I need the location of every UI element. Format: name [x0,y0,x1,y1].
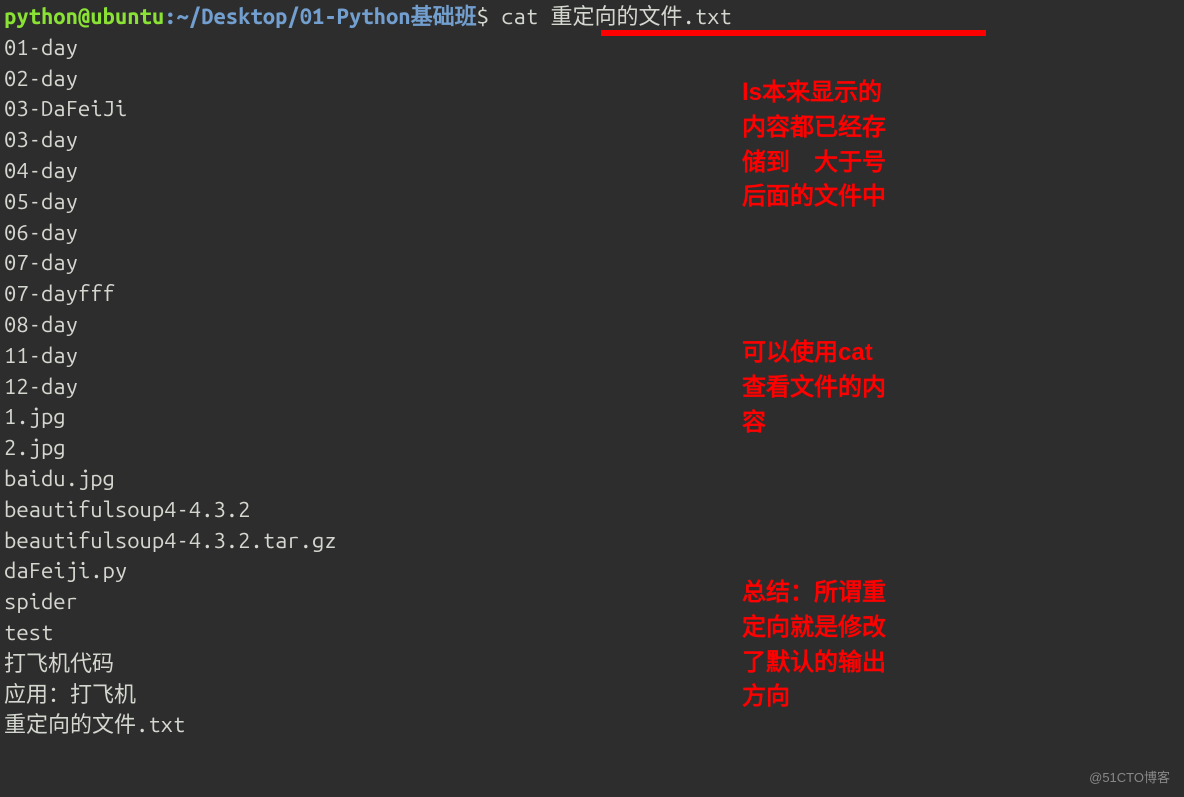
annotation-text: 定向就是修改 [742,611,886,646]
annotation-note-2: 可以使用cat 查看文件的内 容 [742,336,886,440]
output-line: 07-day [4,248,1180,279]
annotation-text: ls本来显示的 [742,76,886,111]
annotation-note-1: ls本来显示的 内容都已经存 储到 大于号 后面的文件中 [742,76,886,215]
annotation-text: 容 [742,406,886,441]
output-line: 03-DaFeiJi [4,94,1180,125]
output-line: 2.jpg [4,433,1180,464]
output-line: 12-day [4,372,1180,403]
output-line: 04-day [4,156,1180,187]
output-line: 05-day [4,187,1180,218]
output-line: beautifulsoup4-4.3.2 [4,495,1180,526]
output-line: 02-day [4,64,1180,95]
output-line: 1.jpg [4,402,1180,433]
prompt-user-host: python@ubuntu [4,4,164,29]
output-line: baidu.jpg [4,464,1180,495]
output-line: 应用：打飞机 [4,680,1180,711]
prompt-path: ~/Desktop/01-Python基础班 [177,4,477,29]
output-line: spider [4,587,1180,618]
command-text: cat 重定向的文件.txt [489,4,732,29]
annotation-note-3: 总结：所谓重 定向就是修改 了默认的输出 方向 [742,576,886,715]
annotation-text: 总结：所谓重 [742,576,886,611]
terminal-window[interactable]: python@ubuntu:~/Desktop/01-Python基础班$ ca… [0,0,1184,743]
annotation-text: 储到 大于号 [742,146,886,181]
prompt-dollar: $ [477,4,489,29]
annotation-text: 查看文件的内 [742,371,886,406]
watermark: @51CTO博客 [1089,769,1170,787]
output-line: 打飞机代码 [4,649,1180,680]
output-line: 03-day [4,125,1180,156]
output-line: test [4,618,1180,649]
annotation-text: 后面的文件中 [742,180,886,215]
annotation-text: 内容都已经存 [742,111,886,146]
output-line: 重定向的文件.txt [4,710,1180,741]
annotation-text: 可以使用cat [742,336,886,371]
annotation-text: 方向 [742,680,886,715]
output-line: 07-dayfff [4,279,1180,310]
annotation-text: 了默认的输出 [742,646,886,681]
command-underline-annotation [601,30,986,36]
output-line: 11-day [4,341,1180,372]
output-line: daFeiji.py [4,556,1180,587]
command-prompt-line: python@ubuntu:~/Desktop/01-Python基础班$ ca… [4,2,1180,33]
output-line: 01-day [4,33,1180,64]
output-line: 08-day [4,310,1180,341]
prompt-colon: : [164,4,176,29]
output-line: 06-day [4,218,1180,249]
output-line: beautifulsoup4-4.3.2.tar.gz [4,526,1180,557]
